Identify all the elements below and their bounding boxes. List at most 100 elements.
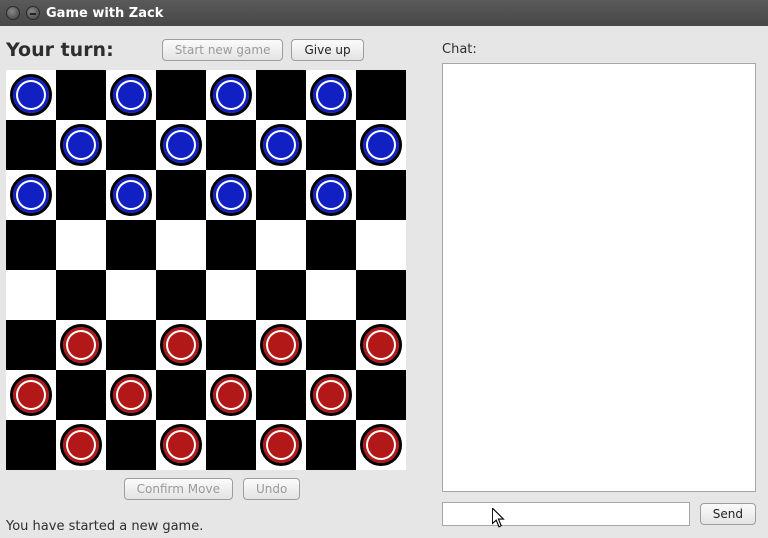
board-square[interactable] [206,120,256,170]
board-square[interactable] [106,120,156,170]
board-square[interactable] [6,120,56,170]
blue-piece[interactable] [60,124,102,166]
board-square[interactable] [356,220,406,270]
board-square[interactable] [156,170,206,220]
board-square[interactable] [56,220,106,270]
board-square[interactable] [106,270,156,320]
board-square[interactable] [156,220,206,270]
board-square[interactable] [306,70,356,120]
red-piece[interactable] [60,324,102,366]
board-square[interactable] [156,420,206,470]
blue-piece[interactable] [10,174,52,216]
board-square[interactable] [6,420,56,470]
board-square[interactable] [306,320,356,370]
board-square[interactable] [6,170,56,220]
board-square[interactable] [306,420,356,470]
board-square[interactable] [156,370,206,420]
board-square[interactable] [6,370,56,420]
board-square[interactable] [356,270,406,320]
board-square[interactable] [306,370,356,420]
board-square[interactable] [106,370,156,420]
minimize-icon[interactable] [26,6,40,20]
blue-piece[interactable] [310,74,352,116]
red-piece[interactable] [360,424,402,466]
board-square[interactable] [356,370,406,420]
board-square[interactable] [206,70,256,120]
board-square[interactable] [106,70,156,120]
red-piece[interactable] [210,374,252,416]
board-square[interactable] [206,220,256,270]
board-square[interactable] [6,220,56,270]
board-square[interactable] [306,270,356,320]
blue-piece[interactable] [10,74,52,116]
red-piece[interactable] [160,424,202,466]
board-square[interactable] [56,270,106,320]
red-piece[interactable] [260,424,302,466]
board-square[interactable] [156,270,206,320]
board-square[interactable] [206,370,256,420]
board-square[interactable] [306,220,356,270]
undo-button[interactable]: Undo [243,478,300,500]
checkers-board[interactable] [6,70,406,470]
blue-piece[interactable] [210,74,252,116]
board-square[interactable] [256,70,306,120]
board-square[interactable] [106,420,156,470]
board-square[interactable] [56,320,106,370]
board-square[interactable] [256,170,306,220]
chat-input-row: Send [442,502,756,538]
board-square[interactable] [56,370,106,420]
board-square[interactable] [6,70,56,120]
board-square[interactable] [356,70,406,120]
turn-label: Your turn: [6,39,154,61]
confirm-move-button[interactable]: Confirm Move [124,478,233,500]
board-square[interactable] [156,120,206,170]
give-up-button[interactable]: Give up [291,39,363,61]
board-square[interactable] [6,270,56,320]
board-square[interactable] [356,170,406,220]
board-square[interactable] [56,70,106,120]
close-icon[interactable] [6,6,20,20]
blue-piece[interactable] [260,124,302,166]
blue-piece[interactable] [110,74,152,116]
board-square[interactable] [256,270,306,320]
board-square[interactable] [106,220,156,270]
board-square[interactable] [156,70,206,120]
board-square[interactable] [356,420,406,470]
board-square[interactable] [56,420,106,470]
board-square[interactable] [56,120,106,170]
red-piece[interactable] [260,324,302,366]
board-square[interactable] [206,270,256,320]
board-square[interactable] [6,320,56,370]
board-square[interactable] [306,170,356,220]
board-square[interactable] [106,170,156,220]
board-square[interactable] [256,370,306,420]
red-piece[interactable] [310,374,352,416]
board-square[interactable] [56,170,106,220]
red-piece[interactable] [60,424,102,466]
blue-piece[interactable] [110,174,152,216]
blue-piece[interactable] [360,124,402,166]
send-button[interactable]: Send [700,503,756,525]
board-square[interactable] [356,320,406,370]
blue-piece[interactable] [210,174,252,216]
board-square[interactable] [256,420,306,470]
board-square[interactable] [356,120,406,170]
board-square[interactable] [206,320,256,370]
red-piece[interactable] [160,324,202,366]
board-square[interactable] [256,120,306,170]
board-square[interactable] [256,220,306,270]
board-square[interactable] [306,120,356,170]
start-new-game-button[interactable]: Start new game [162,39,284,61]
red-piece[interactable] [360,324,402,366]
blue-piece[interactable] [160,124,202,166]
status-bar: You have started a new game. [6,519,203,534]
board-square[interactable] [206,420,256,470]
blue-piece[interactable] [310,174,352,216]
chat-input[interactable] [442,502,690,526]
board-square[interactable] [206,170,256,220]
board-square[interactable] [256,320,306,370]
red-piece[interactable] [10,374,52,416]
red-piece[interactable] [110,374,152,416]
board-square[interactable] [156,320,206,370]
board-square[interactable] [106,320,156,370]
